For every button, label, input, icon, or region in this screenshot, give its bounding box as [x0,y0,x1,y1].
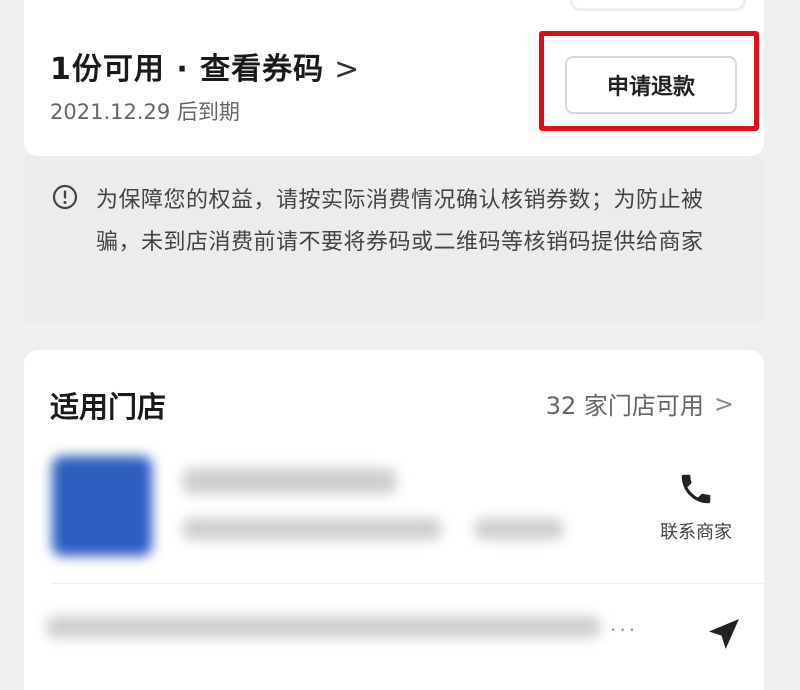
stores-count: 32 家门店可用 [545,392,704,420]
info-circle-icon [52,184,78,210]
address-ellipsis: ... [610,612,639,636]
divider [52,583,764,584]
top-stub [570,0,746,11]
blurred-store-address [182,518,442,540]
stores-title: 适用门店 [50,390,167,424]
stores-count-link[interactable]: 32 家门店可用 > [546,386,734,421]
chevron-right-icon: > [334,52,361,87]
blurred-address-line [46,616,601,638]
contact-merchant-button[interactable]: 联系商家 [646,470,746,544]
chevron-right-icon: > [713,389,734,418]
voucher-title: 1份可用 · 查看券码 [50,52,325,87]
expiry-date: 2021.12.29 后到期 [50,100,240,124]
refund-button[interactable]: 申请退款 [565,56,737,114]
phone-icon [681,474,711,504]
notice-banner: 为保障您的权益，请按实际消费情况确认核销券数；为防止被骗，未到店消费前请不要将券… [24,156,764,322]
stores-card: 适用门店 32 家门店可用 > 联系商家 ... [24,350,764,690]
notice-text: 为保障您的权益，请按实际消费情况确认核销券数；为防止被骗，未到店消费前请不要将券… [96,188,704,255]
store-thumbnail[interactable] [52,456,152,556]
blurred-store-distance [474,518,564,540]
contact-merchant-label: 联系商家 [660,522,732,543]
blurred-store-name [182,468,397,494]
navigation-arrow-icon[interactable] [704,614,744,654]
view-code-link[interactable]: 1份可用 · 查看券码 > [50,44,360,88]
